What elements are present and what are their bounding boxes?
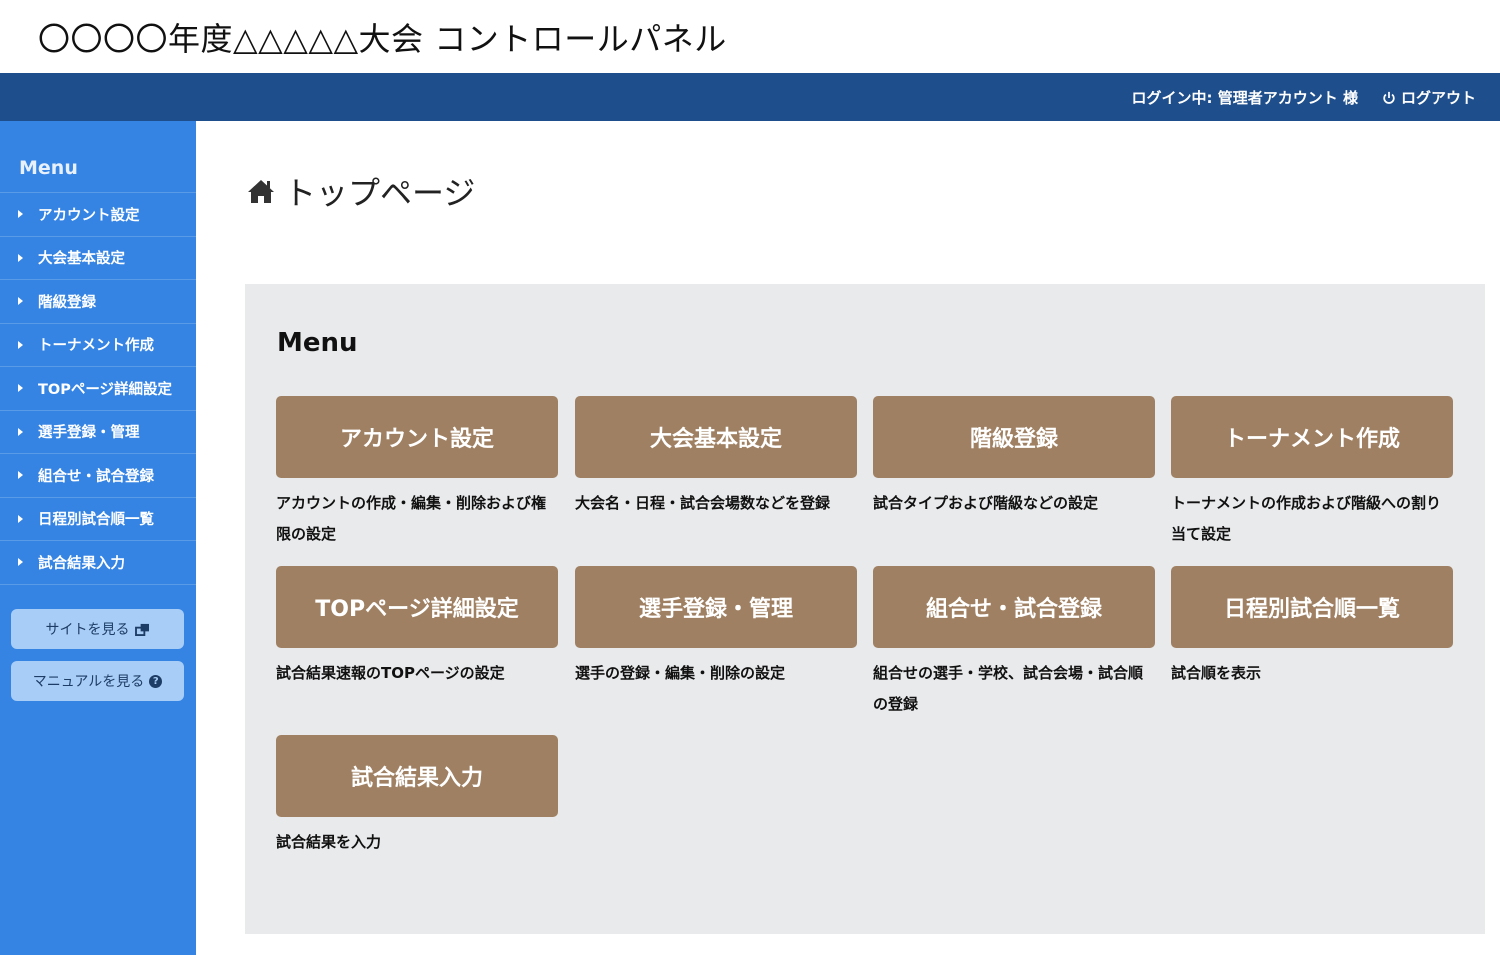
sidebar: Menu アカウント設定 大会基本設定 階級登録 トーナメント作成 TOPページ… xyxy=(0,121,196,955)
caret-right-icon xyxy=(18,471,23,480)
results-entry-button[interactable]: 試合結果入力 xyxy=(276,735,558,817)
sidebar-item-label: 日程別試合順一覧 xyxy=(38,512,154,529)
view-manual-button[interactable]: マニュアルを見る ? xyxy=(11,661,184,701)
sidebar-item-label: 試合結果入力 xyxy=(38,555,125,572)
card-description: 組合せの選手・学校、試合会場・試合順の登録 xyxy=(873,664,1144,713)
page-title: トップページ xyxy=(246,168,475,214)
sidebar-item-label: TOPページ詳細設定 xyxy=(38,381,173,398)
card-description: 大会名・日程・試合会場数などを登録 xyxy=(575,494,831,512)
sidebar-item-label: トーナメント作成 xyxy=(38,338,154,355)
class-registration-button[interactable]: 階級登録 xyxy=(873,396,1155,478)
view-site-button[interactable]: サイトを見る xyxy=(11,609,184,649)
home-icon xyxy=(248,180,274,203)
caret-right-icon xyxy=(18,514,23,523)
schedule-button[interactable]: 日程別試合順一覧 xyxy=(1171,566,1453,648)
card-description: 選手の登録・編集・削除の設定 xyxy=(575,664,786,682)
card-description: 試合結果速報のTOPページの設定 xyxy=(276,664,505,682)
sidebar-item-results[interactable]: 試合結果入力 xyxy=(0,541,196,585)
sidebar-item-top-page[interactable]: TOPページ詳細設定 xyxy=(0,367,196,411)
sidebar-item-label: 選手登録・管理 xyxy=(38,425,140,442)
menu-panel-title: Menu xyxy=(277,328,358,358)
caret-right-icon xyxy=(18,253,23,262)
menu-card-class-registration: 階級登録 試合タイプおよび階級などの設定 xyxy=(873,396,1155,519)
sidebar-item-basic-settings[interactable]: 大会基本設定 xyxy=(0,237,196,280)
card-description: 試合順を表示 xyxy=(1171,664,1262,682)
tournament-create-button[interactable]: トーナメント作成 xyxy=(1171,396,1453,478)
menu-card-account: アカウント設定 アカウントの作成・編集・削除および権限の設定 xyxy=(276,396,558,550)
sidebar-item-account[interactable]: アカウント設定 xyxy=(0,193,196,237)
account-settings-button[interactable]: アカウント設定 xyxy=(276,396,558,478)
card-description: トーナメントの作成および階級への割り当て設定 xyxy=(1171,494,1442,543)
sidebar-item-label: 階級登録 xyxy=(38,294,96,311)
sidebar-item-label: アカウント設定 xyxy=(38,207,140,224)
sidebar-item-label: 組合せ・試合登録 xyxy=(38,468,154,485)
sidebar-title: Menu xyxy=(0,121,196,193)
menu-card-schedule: 日程別試合順一覧 試合順を表示 xyxy=(1171,566,1453,689)
card-description: アカウントの作成・編集・削除および権限の設定 xyxy=(276,494,547,543)
site-title: 〇〇〇〇年度△△△△△大会 コントロールパネル xyxy=(38,20,727,58)
caret-right-icon xyxy=(18,427,23,436)
caret-right-icon xyxy=(18,210,23,219)
matches-button[interactable]: 組合せ・試合登録 xyxy=(873,566,1155,648)
view-manual-label: マニュアルを見る xyxy=(32,674,145,690)
caret-right-icon xyxy=(18,340,23,349)
caret-right-icon xyxy=(18,384,23,393)
menu-card-players: 選手登録・管理 選手の登録・編集・削除の設定 xyxy=(575,566,857,689)
external-link-icon xyxy=(134,623,149,636)
top-page-settings-button[interactable]: TOPページ詳細設定 xyxy=(276,566,558,648)
caret-right-icon xyxy=(18,558,23,567)
page-title-text: トップページ xyxy=(284,174,476,212)
players-button[interactable]: 選手登録・管理 xyxy=(575,566,857,648)
sidebar-item-players[interactable]: 選手登録・管理 xyxy=(0,411,196,454)
menu-card-basic-settings: 大会基本設定 大会名・日程・試合会場数などを登録 xyxy=(575,396,857,519)
card-description: 試合結果を入力 xyxy=(276,833,382,851)
question-circle-icon: ? xyxy=(149,674,163,688)
login-status: ログイン中: 管理者アカウント 様 xyxy=(1131,89,1358,107)
menu-card-matches: 組合せ・試合登録 組合せの選手・学校、試合会場・試合順の登録 xyxy=(873,566,1155,720)
basic-settings-button[interactable]: 大会基本設定 xyxy=(575,396,857,478)
sidebar-item-matches[interactable]: 組合せ・試合登録 xyxy=(0,454,196,498)
logout-label: ログアウト xyxy=(1400,89,1476,107)
power-icon xyxy=(1383,91,1395,104)
sidebar-item-label: 大会基本設定 xyxy=(38,251,125,268)
logout-link[interactable]: ログアウト xyxy=(1382,87,1476,108)
menu-card-top-page: TOPページ詳細設定 試合結果速報のTOPページの設定 xyxy=(276,566,558,689)
site-header: 〇〇〇〇年度△△△△△大会 コントロールパネル xyxy=(0,0,1500,73)
sidebar-item-class-registration[interactable]: 階級登録 xyxy=(0,280,196,324)
menu-card-tournament: トーナメント作成 トーナメントの作成および階級への割り当て設定 xyxy=(1171,396,1453,550)
view-site-label: サイトを見る xyxy=(45,622,130,638)
caret-right-icon xyxy=(18,297,23,306)
top-bar: ログイン中: 管理者アカウント 様 ログアウト xyxy=(0,73,1500,121)
menu-panel: Menu アカウント設定 アカウントの作成・編集・削除および権限の設定 大会基本… xyxy=(245,284,1485,934)
sidebar-item-tournament[interactable]: トーナメント作成 xyxy=(0,324,196,367)
card-description: 試合タイプおよび階級などの設定 xyxy=(873,494,1099,512)
menu-card-results: 試合結果入力 試合結果を入力 xyxy=(276,735,558,858)
sidebar-item-schedule[interactable]: 日程別試合順一覧 xyxy=(0,498,196,541)
